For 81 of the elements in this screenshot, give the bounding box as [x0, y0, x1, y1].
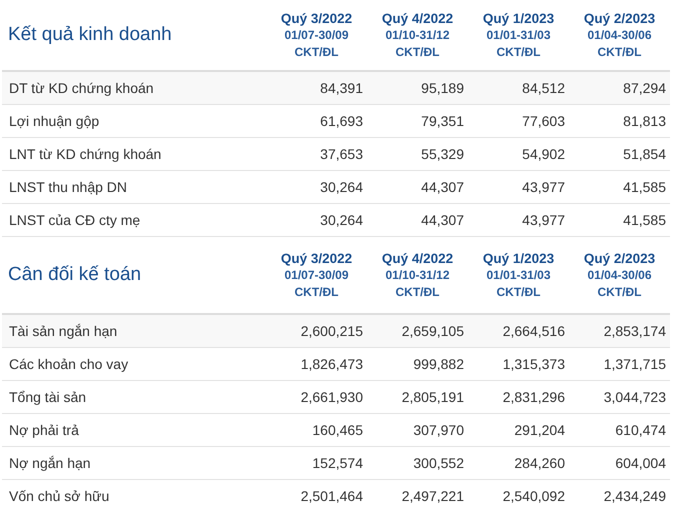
table-cell-text: 2,853,174 — [602, 323, 667, 339]
row-label: Vốn chủ sở hữu — [8, 488, 110, 504]
audit-status: CKT/ĐL — [598, 284, 642, 300]
table-cell-text: 84,391 — [319, 80, 364, 96]
date-range: 01/01-31/03 — [486, 266, 551, 284]
audit-status: CKT/ĐL — [496, 284, 540, 300]
table-cell-text: 2,831,296 — [502, 389, 566, 405]
table-cell-text: 2,664,516 — [502, 323, 566, 339]
date-range: 01/07-30/09 — [284, 26, 349, 44]
audit-status: CKT/ĐL — [294, 44, 338, 60]
table-cell-text: 95,189 — [420, 80, 465, 96]
audit-status: CKT/ĐL — [396, 284, 440, 300]
table-cell-text: 79,351 — [420, 113, 465, 129]
row-label: LNST thu nhập DN — [8, 179, 128, 195]
table-cell-text: 160,465 — [311, 422, 364, 438]
table-cell-text: 44,307 — [420, 212, 465, 228]
table-cell-text: 291,204 — [513, 422, 566, 438]
table-cell-text: 1,315,373 — [502, 356, 566, 372]
table-cell-text: 55,329 — [420, 146, 465, 162]
table-cell-text: 152,574 — [311, 455, 364, 471]
table-cell-text: 2,805,191 — [400, 389, 465, 405]
table-cell-text: 44,307 — [420, 179, 465, 195]
date-range: 01/04-30/06 — [587, 26, 652, 44]
row-label: LNT từ KD chứng khoán — [8, 146, 162, 162]
table-cell-text: 81,813 — [622, 113, 667, 129]
table-cell-text: 610,474 — [614, 422, 667, 438]
table-cell-text: 30,264 — [319, 179, 364, 195]
table-cell-text: 87,294 — [622, 80, 667, 96]
audit-status: CKT/ĐL — [294, 284, 338, 300]
table-cell-text: 284,260 — [513, 455, 566, 471]
period-heading: Quý 4/2022 — [382, 250, 454, 266]
period-heading: Quý 2/2023 — [584, 10, 656, 26]
table-cell-text: 3,044,723 — [602, 389, 667, 405]
date-range: 01/10-31/12 — [385, 26, 450, 44]
row-label: Lợi nhuận gộp — [8, 113, 100, 129]
table-cell-text: 77,603 — [521, 113, 566, 129]
table-cell-text: 2,497,221 — [400, 488, 465, 504]
date-range: 01/07-30/09 — [284, 266, 349, 284]
table-cell-text: 999,882 — [412, 356, 465, 372]
row-label: Nợ phải trả — [8, 422, 80, 438]
table-cell-text: 2,600,215 — [300, 323, 364, 339]
date-range: 01/10-31/12 — [385, 266, 450, 284]
period-heading: Quý 4/2022 — [382, 10, 454, 26]
table-cell-text: 41,585 — [622, 179, 667, 195]
table-cell-text: 37,653 — [319, 146, 364, 162]
section-title: Cân đối kế toán — [7, 264, 142, 286]
row-label: DT từ KD chứng khoán — [8, 80, 155, 96]
row-label: Tổng tài sản — [8, 389, 88, 405]
table-cell-text: 2,540,092 — [502, 488, 566, 504]
table-cell-text: 41,585 — [622, 212, 667, 228]
period-heading: Quý 2/2023 — [584, 250, 656, 266]
table-cell-text: 2,434,249 — [602, 488, 667, 504]
row-label: Nợ ngắn hạn — [8, 455, 92, 471]
row-label: Các khoản cho vay — [8, 356, 130, 372]
row-label: LNST của CĐ cty mẹ — [8, 212, 142, 228]
section-title: Kết quả kinh doanh — [7, 24, 173, 46]
table-cell-text: 2,501,464 — [300, 488, 364, 504]
audit-status: CKT/ĐL — [496, 44, 540, 60]
period-heading: Quý 1/2023 — [482, 250, 554, 266]
table-cell-text: 2,661,930 — [300, 389, 364, 405]
date-range: 01/01-31/03 — [486, 26, 551, 44]
audit-status: CKT/ĐL — [396, 44, 440, 60]
table-cell-text: 2,659,105 — [400, 323, 465, 339]
table-cell-text: 307,970 — [412, 422, 465, 438]
table-cell-text: 43,977 — [521, 212, 566, 228]
table-cell-text: 604,004 — [614, 455, 667, 471]
table-cell-text: 1,826,473 — [300, 356, 364, 372]
table-cell-text: 61,693 — [319, 113, 364, 129]
audit-status: CKT/ĐL — [598, 44, 642, 60]
table-cell-text: 1,371,715 — [602, 356, 667, 372]
table-cell-text: 54,902 — [521, 146, 566, 162]
table-cell-text: 300,552 — [412, 455, 465, 471]
period-heading: Quý 3/2022 — [280, 10, 352, 26]
table-cell-text: 84,512 — [521, 80, 566, 96]
date-range: 01/04-30/06 — [587, 266, 652, 284]
period-heading: Quý 3/2022 — [280, 250, 352, 266]
row-label: Tài sản ngắn hạn — [8, 323, 118, 339]
table-cell-text: 43,977 — [521, 179, 566, 195]
period-heading: Quý 1/2023 — [482, 10, 554, 26]
table-cell-text: 51,854 — [622, 146, 667, 162]
table-cell-text: 30,264 — [319, 212, 364, 228]
